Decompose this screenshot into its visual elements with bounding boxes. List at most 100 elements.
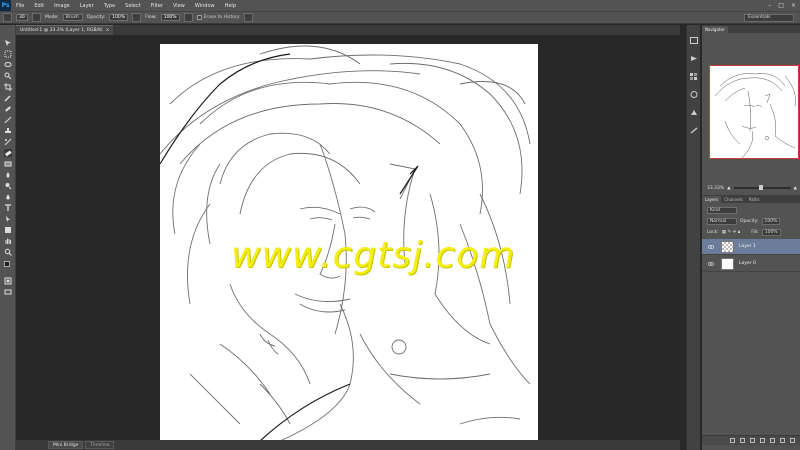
- screen-mode-icon[interactable]: [4, 288, 12, 296]
- delete-layer-icon[interactable]: [790, 438, 795, 443]
- layer-opacity-field[interactable]: 100%: [761, 217, 781, 225]
- menu-filter[interactable]: Filter: [146, 3, 168, 9]
- eyedropper-tool-icon[interactable]: [4, 94, 12, 102]
- maximize-button[interactable]: □: [778, 2, 784, 9]
- workspace-dropdown[interactable]: Essentials: [744, 14, 794, 22]
- brush-tool-icon[interactable]: [4, 116, 12, 124]
- swatches-panel-icon[interactable]: [690, 73, 698, 80]
- layer-thumbnail: [721, 240, 734, 253]
- zoom-out-icon[interactable]: ▲: [727, 186, 730, 191]
- canvas-workspace[interactable]: www.cgtsj.com: [16, 35, 680, 441]
- menu-edit[interactable]: Edit: [29, 3, 49, 9]
- right-panel-dock: Navigator 33.33% ▲ ▲ Layers Channels Pat…: [702, 25, 800, 450]
- watermark-text: www.cgtsj.com: [231, 235, 516, 276]
- pressure-size-icon[interactable]: [243, 13, 253, 22]
- menu-window[interactable]: Window: [190, 3, 220, 9]
- zoom-slider-knob[interactable]: [759, 185, 764, 190]
- tools-panel: [0, 25, 16, 450]
- menu-help[interactable]: Help: [220, 3, 241, 9]
- options-bar: 30 Mode: Brush Opacity: 100% Flow: 100% …: [0, 11, 800, 24]
- tab-channels[interactable]: Channels: [721, 196, 746, 203]
- pen-tool-icon[interactable]: [4, 193, 12, 201]
- window-controls: – □ ×: [768, 0, 796, 11]
- photoshop-logo: Ps: [0, 0, 11, 11]
- pressure-opacity-icon[interactable]: [132, 13, 142, 22]
- zoom-tool-icon[interactable]: [4, 248, 12, 256]
- lock-icons[interactable]: ▦ ✎ ✛ 🔒︎: [722, 229, 740, 235]
- zoom-slider[interactable]: [733, 185, 791, 190]
- shape-tool-icon[interactable]: [4, 226, 12, 234]
- clone-stamp-tool-icon[interactable]: [4, 127, 12, 135]
- adjustment-layer-icon[interactable]: [760, 438, 765, 443]
- link-layers-icon[interactable]: [730, 438, 735, 443]
- new-layer-icon[interactable]: [780, 438, 785, 443]
- flow-field[interactable]: 100%: [160, 14, 180, 21]
- dodge-tool-icon[interactable]: [4, 182, 12, 190]
- timeline-tab[interactable]: Timeline: [85, 441, 115, 449]
- document-tab[interactable]: Untitled-1 @ 33.3% (Layer 1, RGB/8) ×: [16, 25, 114, 35]
- gradient-tool-icon[interactable]: [4, 160, 12, 168]
- eraser-tool-icon[interactable]: [4, 149, 12, 157]
- menu-view[interactable]: View: [168, 3, 190, 9]
- checkbox-box[interactable]: [196, 15, 202, 20]
- layer-row[interactable]: Layer 0: [702, 256, 800, 272]
- crop-tool-icon[interactable]: [4, 83, 12, 91]
- layer-name[interactable]: Layer 1: [739, 244, 756, 249]
- layers-panel: Layers Channels Paths Kind Normal Opacit…: [702, 195, 800, 450]
- layer-row[interactable]: Layer 1: [702, 239, 800, 255]
- navigator-tab[interactable]: Navigator: [702, 26, 728, 33]
- menu-bar: Ps File Edit Image Layer Type Select Fil…: [0, 0, 800, 11]
- menu-layer[interactable]: Layer: [75, 3, 99, 9]
- blur-tool-icon[interactable]: [4, 171, 12, 179]
- quick-select-tool-icon[interactable]: [4, 72, 12, 80]
- tab-layers[interactable]: Layers: [702, 196, 722, 203]
- navigator-preview[interactable]: [709, 65, 799, 159]
- new-group-icon[interactable]: [770, 438, 775, 443]
- history-panel-icon[interactable]: [690, 37, 698, 44]
- layer-style-icon[interactable]: [740, 438, 745, 443]
- tab-paths[interactable]: Paths: [746, 196, 763, 203]
- marquee-tool-icon[interactable]: [4, 50, 12, 58]
- visibility-eye-icon[interactable]: [707, 260, 715, 268]
- quick-mask-icon[interactable]: [4, 277, 12, 285]
- layer-name[interactable]: Layer 0: [739, 261, 756, 266]
- brush-size-picker[interactable]: 30: [16, 14, 28, 21]
- minimize-button[interactable]: –: [768, 2, 771, 9]
- menu-type[interactable]: Type: [99, 3, 120, 9]
- move-tool-icon[interactable]: [4, 39, 12, 47]
- add-mask-icon[interactable]: [750, 438, 755, 443]
- actions-panel-icon[interactable]: [690, 55, 698, 62]
- navigator-thumbnail-sketch: [714, 73, 796, 158]
- mode-dropdown[interactable]: Brush: [62, 14, 83, 21]
- brush-panel-icon[interactable]: [690, 127, 698, 134]
- lasso-tool-icon[interactable]: [4, 61, 12, 69]
- color-swatches[interactable]: [4, 261, 13, 270]
- visibility-eye-icon[interactable]: [707, 243, 715, 251]
- brush-panel-toggle-icon[interactable]: [32, 13, 41, 22]
- opacity-label: Opacity:: [86, 15, 106, 20]
- airbrush-icon[interactable]: [183, 13, 193, 22]
- zoom-in-icon[interactable]: ▲: [794, 186, 797, 191]
- styles-panel-icon[interactable]: [690, 109, 698, 116]
- eraser-tool-preset-icon[interactable]: [3, 13, 12, 22]
- blend-mode-dropdown[interactable]: Normal: [707, 217, 737, 225]
- close-tab-icon[interactable]: ×: [106, 26, 110, 35]
- zoom-percentage[interactable]: 33.33%: [707, 186, 724, 191]
- menu-image[interactable]: Image: [49, 3, 75, 9]
- close-window-button[interactable]: ×: [791, 2, 796, 9]
- adjustments-panel-icon[interactable]: [690, 91, 698, 98]
- path-selection-tool-icon[interactable]: [4, 215, 12, 223]
- erase-to-history-checkbox[interactable]: Erase to History: [196, 15, 240, 20]
- menu-file[interactable]: File: [11, 3, 29, 9]
- foreground-color-swatch[interactable]: [4, 261, 10, 267]
- document-tab-title: Untitled-1 @ 33.3% (Layer 1, RGB/8): [20, 28, 103, 33]
- history-brush-tool-icon[interactable]: [4, 138, 12, 146]
- hand-tool-icon[interactable]: [4, 237, 12, 245]
- menu-select[interactable]: Select: [120, 3, 145, 9]
- type-tool-icon[interactable]: [4, 204, 12, 212]
- mini-bridge-tab[interactable]: Mini Bridge: [48, 441, 84, 449]
- layer-fill-field[interactable]: 100%: [761, 228, 781, 236]
- layer-kind-filter[interactable]: Kind: [707, 206, 737, 214]
- healing-brush-tool-icon[interactable]: [4, 105, 12, 113]
- opacity-field[interactable]: 100%: [109, 14, 129, 21]
